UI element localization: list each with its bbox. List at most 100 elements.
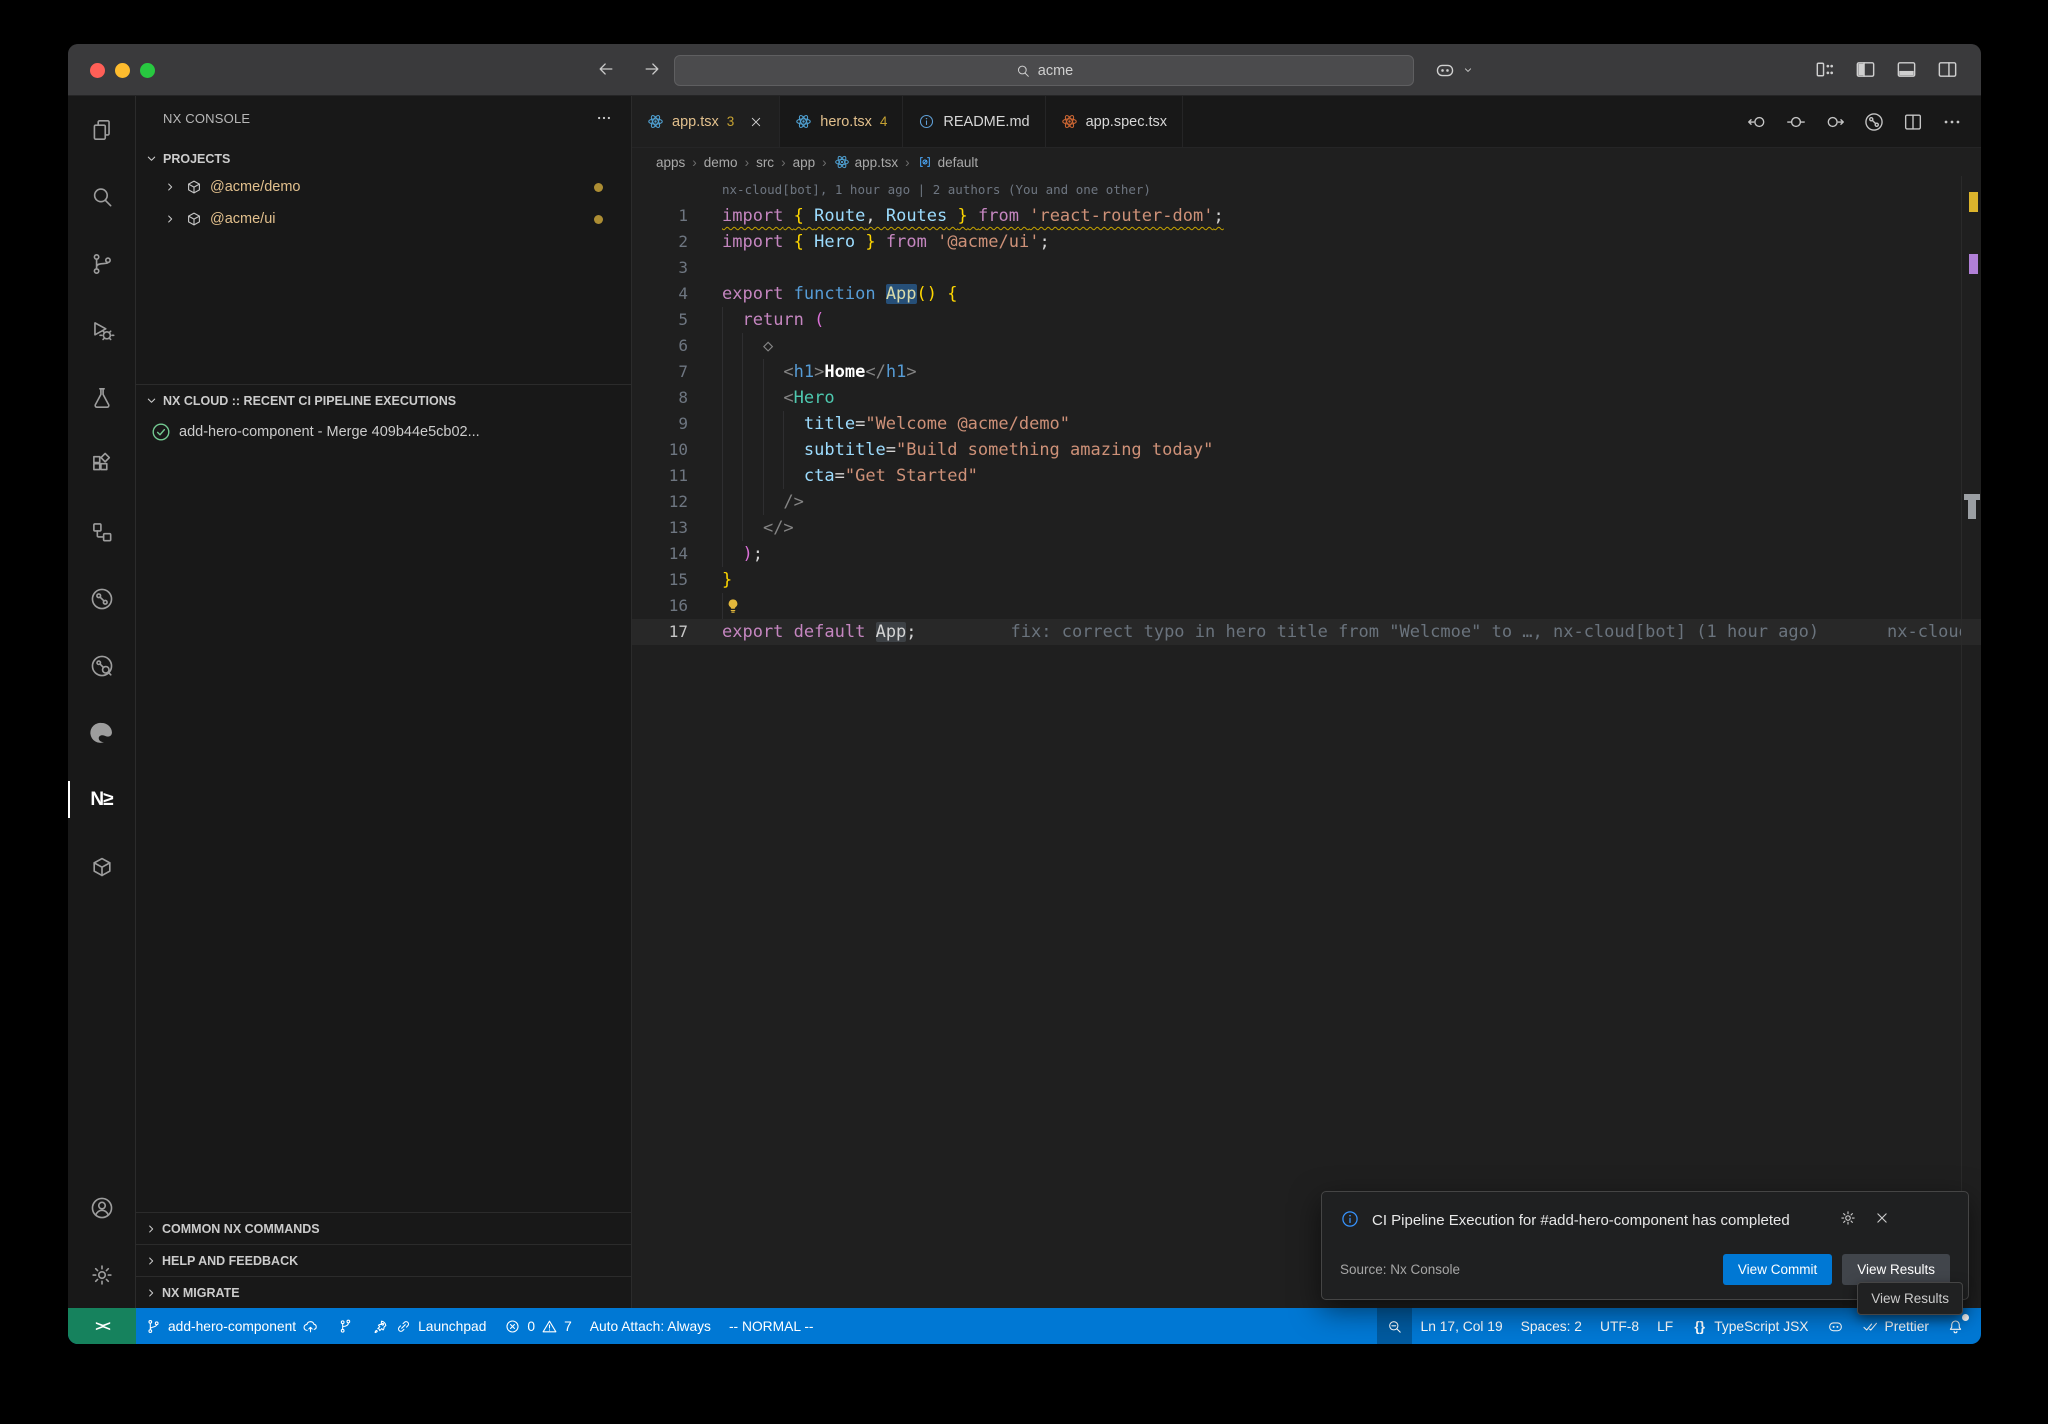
- copilot-menu[interactable]: [1434, 59, 1475, 81]
- activity-references[interactable]: [68, 498, 135, 565]
- info-icon: [918, 113, 935, 130]
- code-line-15[interactable]: 15}: [632, 567, 1981, 593]
- code-line-10[interactable]: 10 subtitle="Build something amazing tod…: [632, 437, 1981, 463]
- view-commit-button[interactable]: View Commit: [1723, 1254, 1832, 1285]
- breadcrumb-item-apps[interactable]: apps: [656, 155, 685, 170]
- code-line-14[interactable]: 14 );: [632, 541, 1981, 567]
- code-line-2[interactable]: 2import { Hero } from '@acme/ui';: [632, 229, 1981, 255]
- status-encoding[interactable]: UTF-8: [1591, 1308, 1648, 1344]
- projects-section-header[interactable]: PROJECTS: [136, 140, 631, 171]
- toggle-sidebar-icon[interactable]: [1854, 58, 1877, 81]
- section-common-nx-commands[interactable]: COMMON NX COMMANDS: [136, 1212, 631, 1244]
- status-text: Launchpad: [418, 1319, 486, 1334]
- section-nx-migrate[interactable]: NX MIGRATE: [136, 1276, 631, 1308]
- code-line-5[interactable]: 5 return (: [632, 307, 1981, 333]
- activity-explorer[interactable]: [68, 96, 135, 163]
- indent-guide: [722, 489, 723, 515]
- more-actions-icon[interactable]: [1941, 111, 1963, 133]
- line-number: 2: [632, 229, 688, 255]
- nav-forward-icon[interactable]: [1824, 111, 1846, 133]
- breadcrumb-item-app[interactable]: app: [793, 155, 816, 170]
- code-line-3[interactable]: 3: [632, 255, 1981, 281]
- status-cursor-position[interactable]: Ln 17, Col 19: [1412, 1308, 1512, 1344]
- status-copilot[interactable]: [1818, 1308, 1853, 1344]
- code-line-13[interactable]: 13 </>: [632, 515, 1981, 541]
- toggle-secondary-sidebar-icon[interactable]: [1936, 58, 1959, 81]
- tab-README.md[interactable]: README.md: [903, 96, 1045, 147]
- minimize-window-button[interactable]: [115, 63, 130, 78]
- pipeline-execution-item[interactable]: add-hero-component - Merge 409b44e5cb02.…: [136, 416, 631, 448]
- code-line-1[interactable]: 1import { Route, Routes } from 'react-ro…: [632, 203, 1981, 229]
- code-line-16[interactable]: 16: [632, 593, 1981, 619]
- customize-layout-icon[interactable]: [1813, 58, 1836, 81]
- status-eol[interactable]: LF: [1648, 1308, 1682, 1344]
- activity-run-and-debug[interactable]: [68, 297, 135, 364]
- code-line-7[interactable]: 7 <h1>Home</h1>: [632, 359, 1981, 385]
- section-help-and-feedback[interactable]: HELP AND FEEDBACK: [136, 1244, 631, 1276]
- token: }: [958, 206, 968, 226]
- go-back-icon[interactable]: [596, 59, 616, 79]
- status-problems[interactable]: 07: [495, 1308, 580, 1344]
- code-line-9[interactable]: 9 title="Welcome @acme/demo": [632, 411, 1981, 437]
- copilot-icon: [1827, 1318, 1844, 1335]
- view-results-button[interactable]: View Results: [1842, 1254, 1950, 1285]
- activity-settings[interactable]: [68, 1241, 135, 1308]
- more-actions-icon[interactable]: [595, 109, 613, 127]
- status-branch[interactable]: add-hero-component: [136, 1308, 328, 1344]
- activity-extensions[interactable]: [68, 431, 135, 498]
- zoom-window-button[interactable]: [140, 63, 155, 78]
- code-line-6[interactable]: 6 ◇: [632, 333, 1981, 359]
- nav-back-icon[interactable]: [1746, 111, 1768, 133]
- code-line-8[interactable]: 8 <Hero: [632, 385, 1981, 411]
- breadcrumb-item-src[interactable]: src: [756, 155, 774, 170]
- activity-gitlens[interactable]: [68, 565, 135, 632]
- activity-edge-devtools[interactable]: [68, 699, 135, 766]
- toggle-panel-icon[interactable]: [1895, 58, 1918, 81]
- tab-hero.tsx[interactable]: hero.tsx4: [780, 96, 903, 147]
- status-git-graph[interactable]: [328, 1308, 363, 1344]
- status-launchpad[interactable]: Launchpad: [363, 1308, 495, 1344]
- status-zoom[interactable]: [1377, 1308, 1412, 1344]
- status-language[interactable]: {}TypeScript JSX: [1682, 1308, 1817, 1344]
- code-line-17[interactable]: 17export default App;fix: correct typo i…: [632, 619, 1981, 645]
- activity-gitlens-search[interactable]: [68, 632, 135, 699]
- breadcrumb-item-app.tsx[interactable]: app.tsx: [834, 154, 899, 170]
- code-line-11[interactable]: 11 cta="Get Started": [632, 463, 1981, 489]
- split-editor-icon[interactable]: [1902, 111, 1924, 133]
- code-line-4[interactable]: 4export function App() {: [632, 281, 1981, 307]
- indent-guide: [722, 593, 723, 619]
- breadcrumb-item-default[interactable]: default: [917, 154, 979, 170]
- status-vim-mode[interactable]: -- NORMAL --: [720, 1308, 823, 1344]
- project-item[interactable]: @acme/ui: [136, 203, 631, 235]
- go-forward-icon[interactable]: [642, 59, 662, 79]
- code-line-12[interactable]: 12 />: [632, 489, 1981, 515]
- nav-circle-icon[interactable]: [1785, 111, 1807, 133]
- token: [927, 232, 937, 252]
- tab-app.spec.tsx[interactable]: app.spec.tsx: [1046, 96, 1183, 147]
- remote-indicator[interactable]: ><: [68, 1308, 136, 1344]
- token: cta: [804, 466, 835, 486]
- close-icon[interactable]: [1873, 1209, 1891, 1227]
- notification-settings-icon[interactable]: [1839, 1209, 1857, 1227]
- line-number: 15: [632, 567, 688, 593]
- breadcrumb: apps›demo›src›app›app.tsx›default: [632, 148, 1981, 176]
- breadcrumb-item-demo[interactable]: demo: [704, 155, 738, 170]
- code-editor[interactable]: nx-cloud[bot], 1 hour ago | 2 authors (Y…: [632, 176, 1981, 1308]
- activity-search[interactable]: [68, 163, 135, 230]
- activity-containers[interactable]: [68, 833, 135, 900]
- run-graph-icon[interactable]: [1863, 111, 1885, 133]
- close-window-button[interactable]: [90, 63, 105, 78]
- activity-testing[interactable]: [68, 364, 135, 431]
- activity-accounts[interactable]: [68, 1174, 135, 1241]
- overview-ruler[interactable]: [1961, 176, 1981, 1308]
- nx-cloud-section-header[interactable]: NX CLOUD :: RECENT CI PIPELINE EXECUTION…: [136, 385, 631, 416]
- project-item[interactable]: @acme/demo: [136, 171, 631, 203]
- status-auto-attach[interactable]: Auto Attach: Always: [581, 1308, 720, 1344]
- status-indentation[interactable]: Spaces: 2: [1512, 1308, 1591, 1344]
- close-tab-icon[interactable]: [748, 114, 764, 130]
- activity-nx-console[interactable]: N≥: [68, 766, 135, 833]
- tab-app.tsx[interactable]: app.tsx3: [632, 96, 780, 147]
- pipeline-label: add-hero-component - Merge 409b44e5cb02.…: [179, 424, 480, 440]
- command-center-search[interactable]: acme: [674, 55, 1414, 86]
- activity-source-control[interactable]: [68, 230, 135, 297]
